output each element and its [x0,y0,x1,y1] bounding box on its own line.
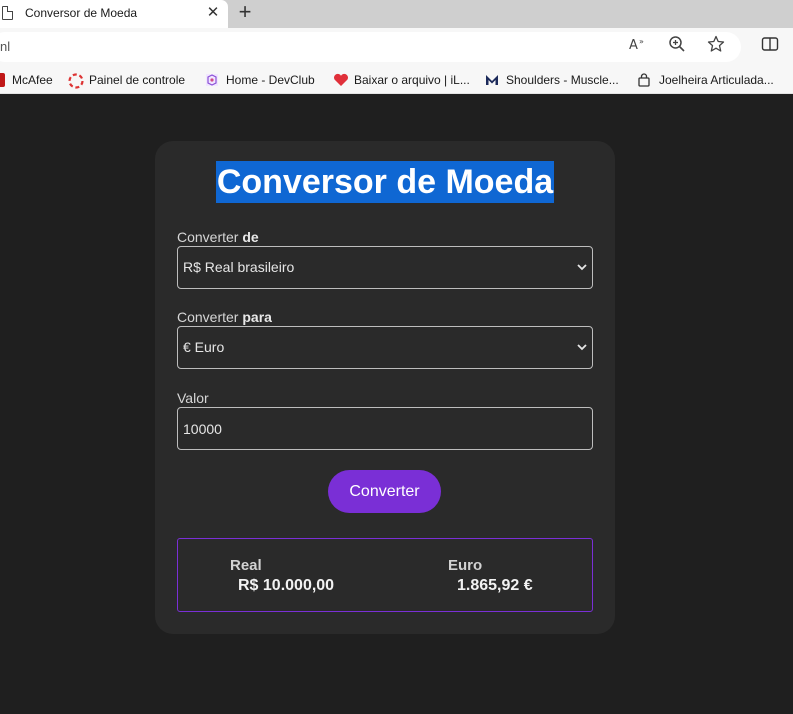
bag-icon [638,73,652,87]
tab-title: Conversor de Moeda [25,6,138,20]
bookmark-baixar-o-arquivo[interactable]: Baixar o arquivo | iL... [333,72,470,88]
zoom-icon[interactable] [666,34,688,54]
from-label-bold: de [242,229,259,245]
to-amount-value: 1.865,92 € [457,577,533,594]
page-viewport: Conversor de Moeda Converter de R$ Real … [0,95,793,714]
heart-icon [333,73,348,87]
m-logo-icon [485,73,499,87]
close-tab-icon[interactable]: ✕ [205,4,221,22]
bookmark-joelheira-articulada[interactable]: Joelheira Articulada... [638,72,774,88]
svg-text:A: A [629,38,638,52]
svg-text:»: » [639,37,644,46]
page-title: Conversor de Moeda [215,161,555,203]
chevron-down-icon [577,264,587,271]
new-tab-icon[interactable]: + [234,1,256,24]
page-favicon-icon [2,5,14,20]
conversion-result-box: Real R$ 10.000,00 Euro 1.865,92 € [177,538,593,612]
convert-button[interactable]: Converter [328,470,441,513]
from-currency-label: Converter de [177,229,259,245]
bookmark-mcafee[interactable]: McAfee [0,72,53,88]
browser-tab[interactable]: Conversor de Moeda ✕ [0,0,228,28]
split-screen-icon[interactable] [759,34,781,54]
from-label-prefix: Converter [177,229,243,245]
converter-card: Conversor de Moeda Converter de R$ Real … [155,141,615,634]
mcafee-icon [0,73,5,87]
amount-input[interactable]: 10000 [177,407,593,450]
chevron-down-icon [577,344,587,351]
bookmark-shoulders-muscle[interactable]: Shoulders - Muscle... [485,72,619,88]
browser-toolbar: nl A» [0,28,793,66]
amount-label: Valor [177,390,209,406]
to-currency-label: Converter para [177,309,272,325]
bookmark-home-devclub[interactable]: Home - DevClub [205,72,315,88]
to-label-bold: para [242,309,272,325]
devclub-icon [205,73,219,87]
title-wrapper: Conversor de Moeda [155,161,615,203]
from-amount-value: R$ 10.000,00 [238,577,335,594]
to-currency-select[interactable]: € Euro [177,326,593,369]
amount-input-value: 10000 [183,421,222,437]
address-text: nl [0,39,11,54]
to-currency-value: € Euro [183,339,225,355]
to-label-prefix: Converter [177,309,243,325]
to-currency-name: Euro [448,557,483,574]
from-currency-select[interactable]: R$ Real brasileiro [177,246,593,289]
lifebuoy-icon [68,73,84,89]
favorite-star-icon[interactable] [705,34,727,54]
bookmark-painel-de-controle[interactable]: Painel de controle [68,72,185,89]
from-currency-value: R$ Real brasileiro [183,259,295,275]
read-aloud-icon[interactable]: A» [627,34,649,54]
bookmarks-bar: McAfee Painel de controle Home - DevClub… [0,66,793,94]
browser-tabstrip: Conversor de Moeda ✕ + [0,0,793,28]
from-currency-name: Real [230,557,262,574]
